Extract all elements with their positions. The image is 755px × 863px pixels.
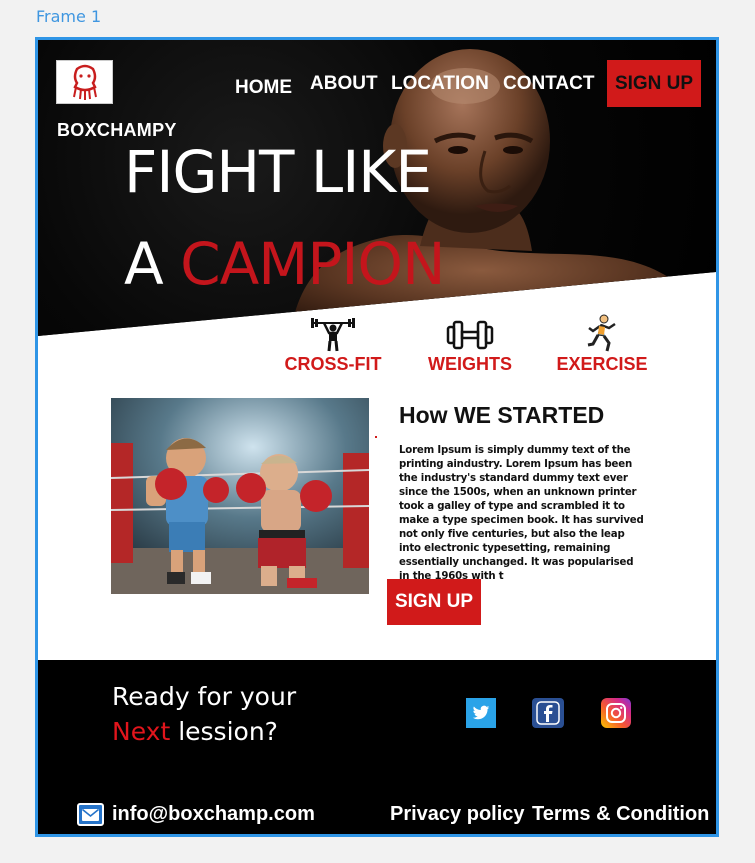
about-title: How WE STARTED [399, 402, 605, 428]
service-label: EXERCISE [556, 354, 648, 374]
runner-icon [547, 312, 657, 352]
email-link[interactable]: info@boxchamp.com [112, 803, 315, 826]
hero-headline-word-a: A [124, 230, 164, 298]
mail-icon [77, 803, 104, 826]
service-label: CROSS-FIT [284, 354, 382, 374]
twitter-icon[interactable] [466, 698, 496, 728]
nav-about[interactable]: ABOUT [310, 73, 378, 95]
hero-headline-line1: FIGHT LIKE [124, 138, 432, 206]
cta-next-word: Next [112, 717, 171, 746]
cta-line1: Ready for your [112, 682, 297, 711]
instagram-icon[interactable] [601, 698, 631, 728]
hero-section: BOXCHAMPY HOME ABOUT LOCATION CONTACT SI… [38, 40, 716, 336]
hero-headline-line2: A CAMPION [124, 230, 445, 298]
frame-label: Frame 1 [36, 7, 102, 26]
privacy-policy-link[interactable]: Privacy policy [390, 803, 525, 826]
page-frame: BOXCHAMPY HOME ABOUT LOCATION CONTACT SI… [35, 37, 719, 837]
header-signup-button[interactable]: SIGN UP [607, 60, 701, 107]
service-weights[interactable]: WEIGHTS [415, 312, 525, 375]
facebook-icon[interactable] [532, 698, 564, 728]
nav-location[interactable]: LOCATION [391, 73, 489, 95]
footer: Ready for your Next lession? info@boxcha… [38, 660, 716, 834]
service-cross-fit[interactable]: CROSS-FIT [278, 312, 388, 375]
cta-lesson-word: lession? [178, 717, 278, 746]
barbell-lifter-icon [278, 312, 388, 352]
dumbbell-icon [415, 312, 525, 352]
about-text: Lorem Ipsum is simply dummy text of the … [399, 445, 644, 582]
terms-link[interactable]: Terms & Condition [532, 803, 709, 826]
cta-line2: Next lession? [112, 717, 278, 746]
hero-headline-word-campion: CAMPION [180, 230, 445, 298]
service-label: WEIGHTS [428, 354, 512, 374]
nav-home[interactable]: HOME [235, 77, 292, 99]
about-signup-button[interactable]: SIGN UP [387, 579, 481, 625]
nav-contact[interactable]: CONTACT [503, 73, 594, 95]
boxer-head-icon [72, 64, 97, 100]
service-exercise[interactable]: EXERCISE [547, 312, 657, 375]
logo[interactable] [56, 60, 113, 104]
kids-boxing-photo [111, 398, 369, 594]
